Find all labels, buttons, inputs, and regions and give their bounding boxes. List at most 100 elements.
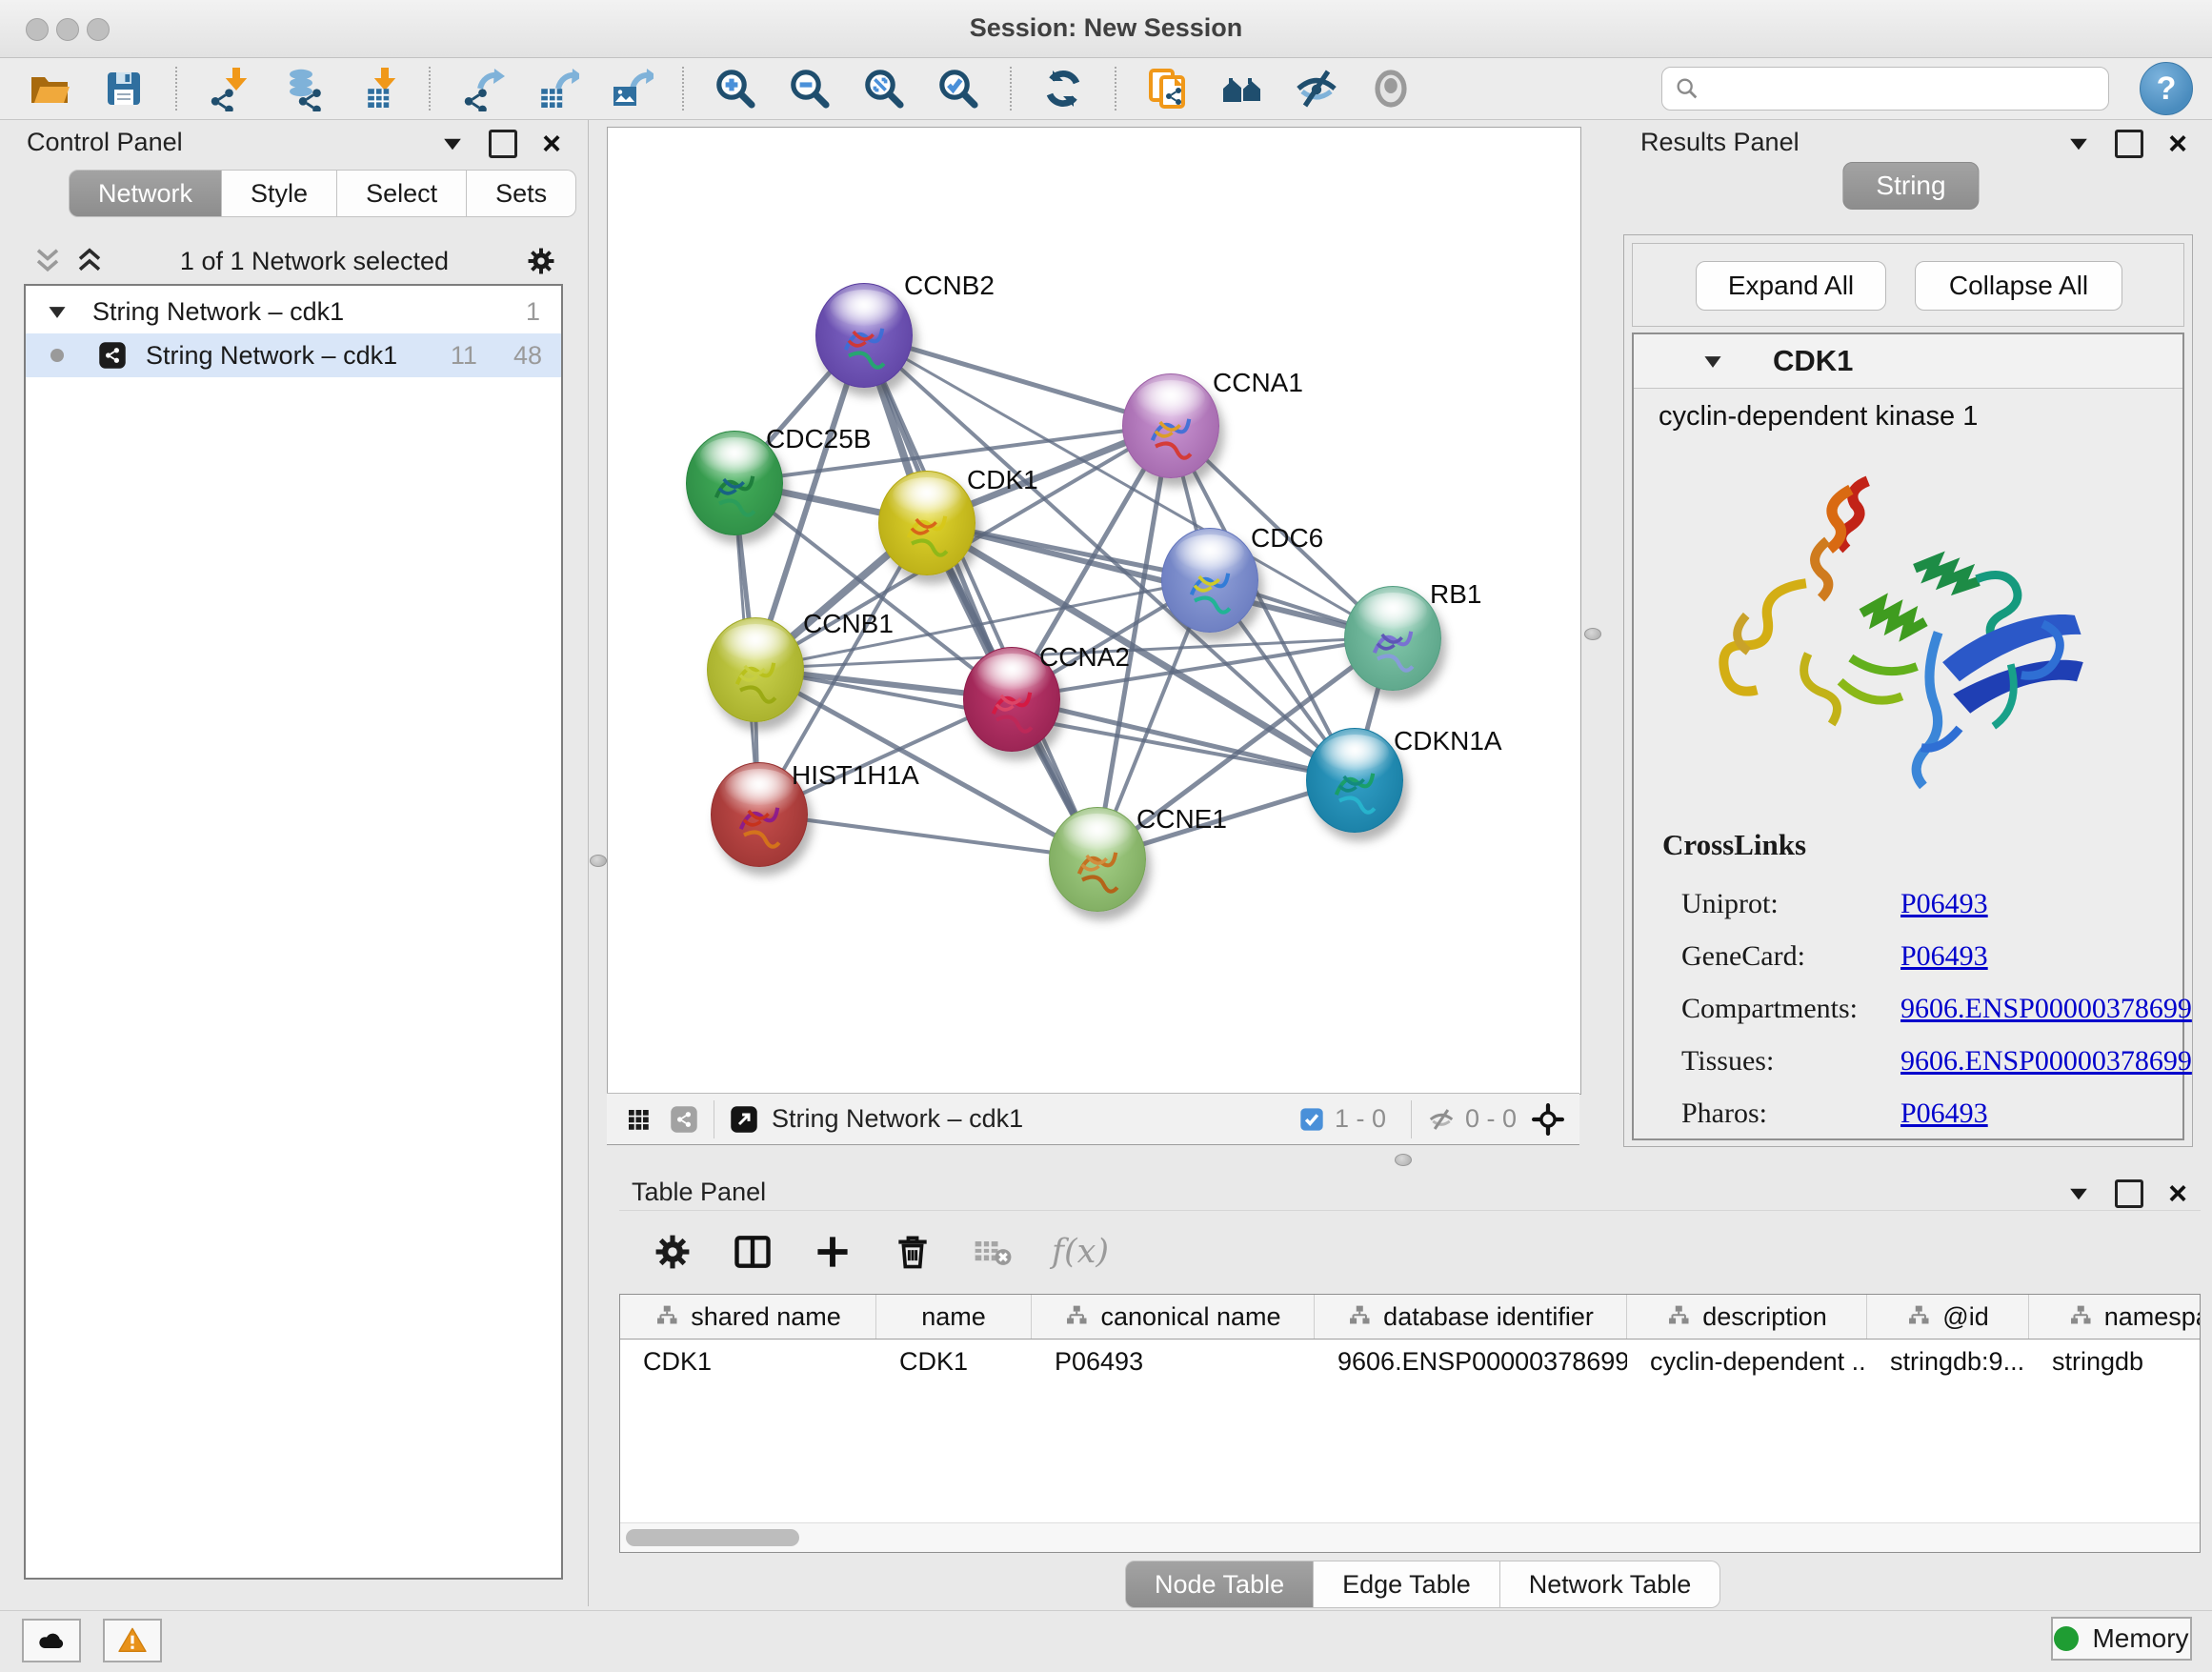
gene-header-row[interactable]: CDK1 [1634, 334, 2182, 389]
tab-network-table[interactable]: Network Table [1500, 1561, 1721, 1608]
collapse-all-button[interactable]: Collapse All [1915, 261, 2122, 311]
crosslink-genecard-link[interactable]: P06493 [1900, 940, 1988, 973]
toggle-panes-icon[interactable] [732, 1231, 774, 1273]
tab-network[interactable]: Network [69, 170, 222, 217]
network-collection-row[interactable]: String Network – cdk1 1 [26, 290, 561, 333]
close-panel-icon[interactable]: × [542, 132, 561, 155]
export-table-button[interactable] [526, 62, 587, 115]
export-image-button[interactable] [600, 62, 661, 115]
zoom-fit-button[interactable] [854, 62, 915, 115]
expand-all-button[interactable]: Expand All [1696, 261, 1886, 311]
import-network-file-button[interactable] [198, 62, 259, 115]
cell-description[interactable]: cyclin-dependent ... [1627, 1347, 1867, 1377]
protein-thumbnail [1140, 399, 1201, 460]
network-node-CCNB2[interactable] [815, 283, 913, 388]
zoom-selected-button[interactable] [928, 62, 989, 115]
selected-nodes-checkbox-icon[interactable] [1298, 1106, 1325, 1133]
column-header-shared-name[interactable]: shared name [620, 1295, 876, 1339]
hidden-items-eye-icon[interactable] [1427, 1105, 1456, 1134]
float-panel-icon[interactable] [2115, 1179, 2143, 1208]
cell-name[interactable]: CDK1 [876, 1347, 1032, 1377]
save-session-button[interactable] [93, 62, 154, 115]
zoom-out-button[interactable] [779, 62, 840, 115]
delete-table-icon[interactable] [892, 1231, 934, 1273]
crosslink-pharos-link[interactable]: P06493 [1900, 1098, 1988, 1130]
string-network-icon[interactable] [670, 1105, 698, 1134]
scrollbar-thumb[interactable] [626, 1529, 799, 1546]
crosslink-tissues-link[interactable]: 9606.ENSP00000378699 [1900, 1045, 2192, 1078]
first-neighbors-button[interactable] [1212, 62, 1273, 115]
column-header-id[interactable]: @id [1867, 1295, 2029, 1339]
column-header-canonical-name[interactable]: canonical name [1032, 1295, 1315, 1339]
table-gear-icon[interactable] [652, 1231, 694, 1273]
cell-namespace[interactable]: stringdb [2029, 1347, 2201, 1377]
network-node-CDK1[interactable] [878, 471, 975, 575]
hide-selected-button[interactable] [1286, 62, 1347, 115]
network-canvas[interactable]: CCNB2 CCNA1 CDC25B CDK1 CDC6 RB1 CCNB1 C… [607, 127, 1581, 1095]
tab-node-table[interactable]: Node Table [1125, 1561, 1314, 1608]
first-neighbors-icon [1219, 66, 1265, 111]
memory-button[interactable]: Memory [2051, 1617, 2192, 1661]
float-panel-icon[interactable] [489, 130, 517, 158]
network-node-CDKN1A[interactable] [1306, 728, 1403, 833]
network-options-gear-icon[interactable] [525, 245, 557, 277]
warnings-button[interactable] [103, 1619, 162, 1662]
column-header-description[interactable]: description [1627, 1295, 1867, 1339]
birdseye-view-icon[interactable] [624, 1105, 653, 1134]
network-node-RB1[interactable] [1344, 586, 1441, 691]
external-link-icon[interactable] [730, 1105, 758, 1134]
collapse-all-icon[interactable] [33, 247, 62, 275]
search-input[interactable] [1708, 73, 2097, 105]
tab-string[interactable]: String [1842, 162, 1979, 210]
import-table-file-button[interactable] [347, 62, 408, 115]
splitter-handle[interactable] [590, 855, 607, 867]
crosslink-compartments-link[interactable]: 9606.ENSP00000378699 [1900, 993, 2192, 1025]
splitter-handle[interactable] [1584, 628, 1601, 640]
fit-selected-crosshair-icon[interactable] [1532, 1103, 1564, 1136]
network-node-CCNE1[interactable] [1049, 807, 1146, 912]
table-row[interactable]: CDK1CDK1P064939606.ENSP00000378699cyclin… [620, 1340, 2200, 1383]
crosslink-uniprot-link[interactable]: P06493 [1900, 888, 1988, 920]
refresh-view-button[interactable] [1033, 62, 1094, 115]
column-header-name[interactable]: name [876, 1295, 1032, 1339]
help-button[interactable]: ? [2140, 62, 2193, 115]
tab-edge-table[interactable]: Edge Table [1314, 1561, 1500, 1608]
float-panel-icon[interactable] [2115, 130, 2143, 158]
zoom-in-button[interactable] [705, 62, 766, 115]
network-node-CDC6[interactable] [1161, 528, 1258, 633]
clone-network-button[interactable] [1137, 62, 1198, 115]
cell-database-identifier[interactable]: 9606.ENSP00000378699 [1315, 1347, 1627, 1377]
splitter-handle[interactable] [1395, 1154, 1412, 1166]
expand-all-icon[interactable] [75, 247, 104, 275]
network-node-CCNB1[interactable] [707, 617, 804, 722]
cell-canonical-name[interactable]: P06493 [1032, 1347, 1315, 1377]
close-panel-icon[interactable]: × [2168, 1182, 2187, 1205]
gene-expander-icon[interactable] [1702, 354, 1723, 369]
close-panel-icon[interactable]: × [2168, 132, 2187, 155]
tab-sets[interactable]: Sets [467, 170, 576, 217]
column-label: name [921, 1302, 986, 1332]
table-horizontal-scrollbar[interactable] [620, 1522, 2200, 1552]
cell-shared-name[interactable]: CDK1 [620, 1347, 876, 1377]
open-session-button[interactable] [19, 62, 80, 115]
collection-expander-icon[interactable] [47, 305, 68, 319]
panel-menu-icon[interactable] [2067, 137, 2090, 151]
column-header-database-identifier[interactable]: database identifier [1315, 1295, 1627, 1339]
panel-menu-icon[interactable] [2067, 1187, 2090, 1201]
cloud-button[interactable] [22, 1619, 81, 1662]
import-network-database-button[interactable] [272, 62, 333, 115]
tab-style[interactable]: Style [222, 170, 337, 217]
add-column-icon[interactable] [812, 1231, 854, 1273]
crosslinks-title: CrossLinks [1662, 828, 2192, 862]
table-tabs: Node TableEdge TableNetwork Table [1125, 1561, 1720, 1608]
tab-select[interactable]: Select [337, 170, 467, 217]
crosslinks-rows: Uniprot:P06493GeneCard:P06493Compartment… [1662, 877, 2192, 1139]
panel-menu-icon[interactable] [441, 137, 464, 151]
show-all-button[interactable] [1360, 62, 1421, 115]
network-row-selected[interactable]: String Network – cdk1 11 48 [26, 333, 561, 377]
export-network-button[interactable] [452, 62, 513, 115]
network-node-CCNA1[interactable] [1122, 373, 1219, 478]
cell-id[interactable]: stringdb:9... [1867, 1347, 2029, 1377]
network-node-count: 11 [451, 341, 477, 371]
column-header-namespace[interactable]: namespace [2029, 1295, 2201, 1339]
